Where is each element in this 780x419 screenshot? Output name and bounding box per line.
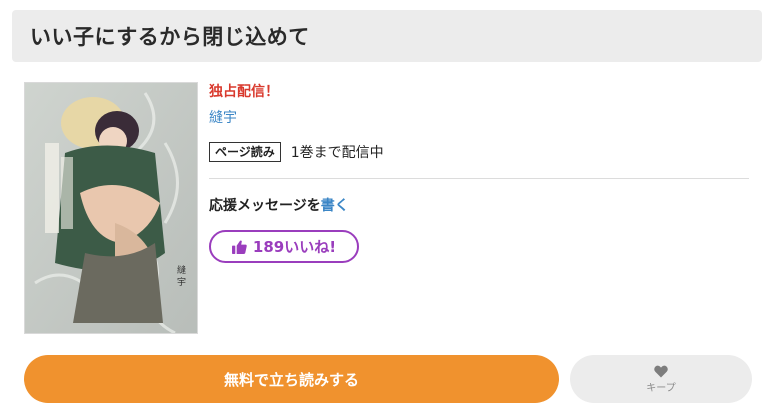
- like-count: 189いいね!: [252, 238, 337, 256]
- book-cover[interactable]: 縫 宇: [24, 82, 198, 334]
- exclusive-label: 独占配信！: [209, 84, 279, 100]
- read-type-row: ページ読み 1巻まで配信中: [209, 142, 749, 162]
- read-type-badge: ページ読み: [209, 142, 281, 162]
- title-bar: いい子にするから閉じ込めて: [12, 10, 762, 62]
- heart-icon: [654, 365, 668, 378]
- availability-text: 1巻まで配信中: [290, 145, 384, 161]
- cover-art: 縫 宇: [25, 83, 197, 333]
- thumbs-up-icon: [231, 240, 247, 254]
- svg-text:宇: 宇: [177, 276, 186, 288]
- like-button[interactable]: 189いいね!: [209, 230, 359, 263]
- support-message-text: 応援メッセージを: [209, 198, 321, 214]
- free-preview-label: 無料で立ち読みする: [223, 370, 359, 389]
- svg-text:縫: 縫: [177, 264, 186, 276]
- divider: [209, 178, 749, 179]
- page-title: いい子にするから閉じ込めて: [30, 25, 310, 49]
- support-message-row: 応援メッセージを 書く: [209, 195, 749, 215]
- write-message-link[interactable]: 書く: [321, 195, 349, 215]
- book-info: 独占配信！ 縫宇 ページ読み 1巻まで配信中 応援メッセージを 書く 189いい…: [209, 82, 749, 263]
- keep-button[interactable]: キープ: [570, 355, 752, 403]
- author-link[interactable]: 縫宇: [209, 108, 237, 128]
- free-preview-button[interactable]: 無料で立ち読みする: [24, 355, 559, 403]
- keep-label: キープ: [646, 382, 676, 394]
